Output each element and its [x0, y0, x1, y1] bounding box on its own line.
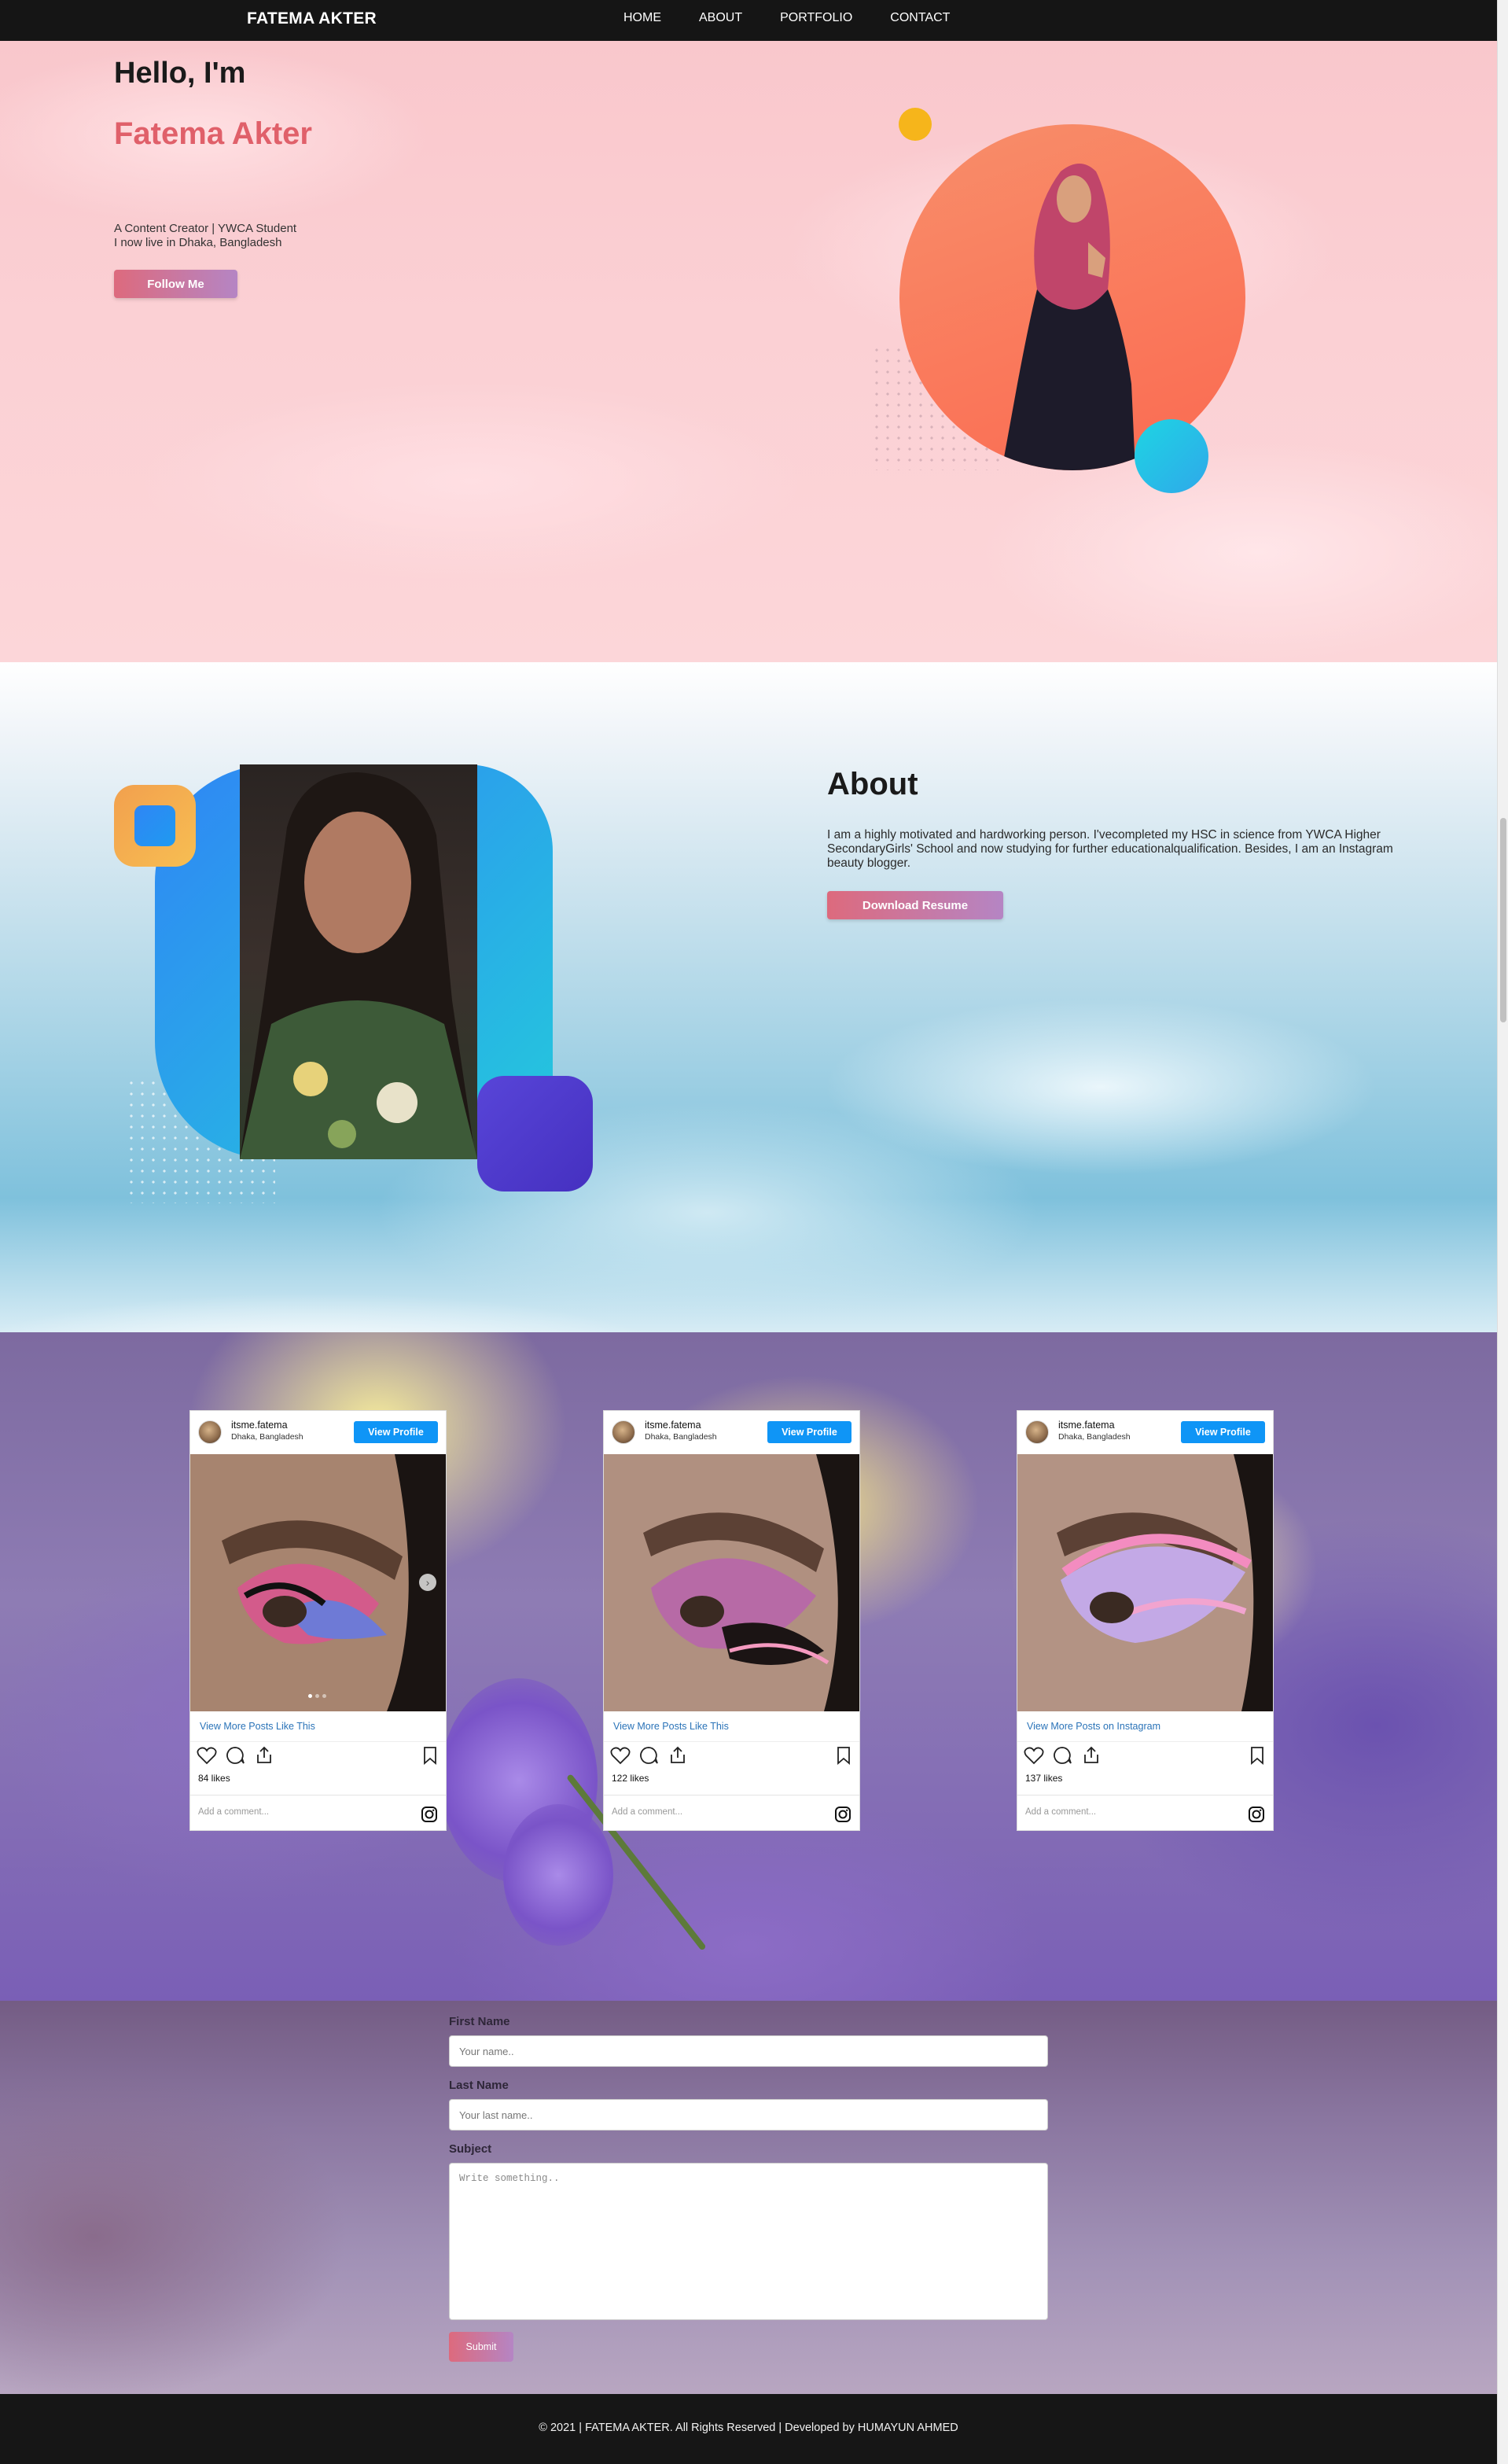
- comment-box[interactable]: Add a comment...: [190, 1795, 446, 1831]
- view-profile-button[interactable]: View Profile: [1181, 1421, 1265, 1443]
- post-image[interactable]: [1017, 1454, 1273, 1711]
- yellow-dot-decoration: [899, 108, 932, 141]
- nav-links: HOME ABOUT PORTFOLIO CONTACT: [623, 11, 988, 25]
- subject-textarea[interactable]: Write something..: [449, 2163, 1048, 2320]
- nav-contact-link[interactable]: CONTACT: [890, 11, 950, 25]
- hero-name: Fatema Akter: [114, 116, 312, 151]
- comment-box[interactable]: Add a comment...: [604, 1795, 859, 1831]
- avatar[interactable]: [1025, 1420, 1049, 1444]
- view-more-link[interactable]: View More Posts Like This: [200, 1721, 315, 1732]
- comment-input[interactable]: Add a comment...: [1025, 1807, 1096, 1817]
- avatar[interactable]: [198, 1420, 222, 1444]
- share-icon[interactable]: [255, 1746, 274, 1765]
- instagram-post-card: itsme.fatema Dhaka, Bangladesh View Prof…: [603, 1410, 860, 1831]
- comment-input[interactable]: Add a comment...: [198, 1807, 269, 1817]
- view-more-link[interactable]: View More Posts Like This: [613, 1721, 729, 1732]
- footer: © 2021 | FATEMA AKTER. All Rights Reserv…: [0, 2394, 1497, 2464]
- post-actions: [1017, 1741, 1273, 1765]
- post-location: Dhaka, Bangladesh: [645, 1432, 717, 1442]
- subject-placeholder: Write something..: [459, 2173, 560, 2184]
- orange-square-inner: [134, 805, 175, 846]
- post-location: Dhaka, Bangladesh: [1058, 1432, 1131, 1442]
- top-navbar: FATEMA AKTER HOME ABOUT PORTFOLIO CONTAC…: [0, 0, 1497, 41]
- about-profile-photo: [240, 764, 477, 1159]
- post-likes: 84 likes: [198, 1773, 230, 1784]
- post-likes: 122 likes: [612, 1773, 649, 1784]
- view-more-link[interactable]: View More Posts on Instagram: [1027, 1721, 1160, 1732]
- instagram-icon[interactable]: [421, 1806, 438, 1823]
- post-image[interactable]: ›: [190, 1454, 446, 1711]
- about-title: About: [827, 767, 918, 801]
- brand-logo[interactable]: FATEMA AKTER: [247, 9, 377, 28]
- nav-home-link[interactable]: HOME: [623, 11, 661, 25]
- submit-button[interactable]: Submit: [449, 2332, 513, 2362]
- comment-icon[interactable]: [225, 1746, 245, 1765]
- view-profile-button[interactable]: View Profile: [354, 1421, 438, 1443]
- portrait-figure-icon: [1002, 164, 1135, 470]
- post-likes: 137 likes: [1025, 1773, 1063, 1784]
- bookmark-icon[interactable]: [422, 1746, 438, 1765]
- last-name-field[interactable]: Your last name..: [449, 2099, 1048, 2131]
- avatar[interactable]: [612, 1420, 635, 1444]
- post-header: itsme.fatema Dhaka, Bangladesh View Prof…: [1017, 1411, 1273, 1454]
- heart-icon[interactable]: [1024, 1746, 1044, 1765]
- about-text: I am a highly motivated and hardworking …: [827, 828, 1393, 870]
- instagram-post-card: itsme.fatema Dhaka, Bangladesh View Prof…: [189, 1410, 447, 1831]
- post-username[interactable]: itsme.fatema: [1058, 1420, 1115, 1431]
- first-name-field[interactable]: Your name..: [449, 2035, 1048, 2067]
- follow-me-button[interactable]: Follow Me: [114, 270, 237, 298]
- post-location: Dhaka, Bangladesh: [231, 1432, 303, 1442]
- page-scrollbar[interactable]: [1497, 0, 1508, 2464]
- bookmark-icon[interactable]: [836, 1746, 851, 1765]
- hero-location: I now live in Dhaka, Bangladesh: [114, 236, 282, 249]
- nav-about-link[interactable]: ABOUT: [699, 11, 742, 25]
- nav-portfolio-link[interactable]: PORTFOLIO: [780, 11, 852, 25]
- post-actions: [190, 1741, 446, 1765]
- hero-greeting: Hello, I'm: [114, 57, 246, 90]
- bookmark-icon[interactable]: [1249, 1746, 1265, 1765]
- purple-square-decoration: [477, 1076, 593, 1191]
- hero-portrait: [899, 124, 1245, 470]
- post-actions: [604, 1741, 859, 1765]
- post-username[interactable]: itsme.fatema: [645, 1420, 701, 1431]
- makeup-eye-image-icon: [1017, 1454, 1273, 1711]
- subject-label: Subject: [449, 2142, 492, 2156]
- makeup-eye-image-icon: [190, 1454, 446, 1711]
- post-username[interactable]: itsme.fatema: [231, 1420, 288, 1431]
- carousel-next-icon[interactable]: ›: [419, 1574, 436, 1591]
- comment-icon[interactable]: [638, 1746, 659, 1765]
- footer-copyright: © 2021 | FATEMA AKTER. All Rights Reserv…: [539, 2422, 958, 2434]
- cyan-dot-decoration: [1135, 419, 1208, 493]
- comment-icon[interactable]: [1052, 1746, 1072, 1765]
- share-icon[interactable]: [1082, 1746, 1101, 1765]
- carousel-dots: [308, 1694, 326, 1698]
- instagram-icon[interactable]: [1248, 1806, 1265, 1823]
- last-name-label: Last Name: [449, 2079, 509, 2092]
- view-profile-button[interactable]: View Profile: [767, 1421, 851, 1443]
- comment-input[interactable]: Add a comment...: [612, 1807, 682, 1817]
- heart-icon[interactable]: [610, 1746, 631, 1765]
- post-image[interactable]: [604, 1454, 859, 1711]
- post-header: itsme.fatema Dhaka, Bangladesh View Prof…: [190, 1411, 446, 1454]
- first-name-placeholder: Your name..: [459, 2045, 514, 2057]
- last-name-placeholder: Your last name..: [459, 2109, 533, 2121]
- lavender-decoration-2: [503, 1804, 613, 1946]
- download-resume-button[interactable]: Download Resume: [827, 891, 1003, 919]
- makeup-eye-image-icon: [604, 1454, 859, 1711]
- comment-box[interactable]: Add a comment...: [1017, 1795, 1273, 1831]
- instagram-icon[interactable]: [834, 1806, 851, 1823]
- instagram-post-card: itsme.fatema Dhaka, Bangladesh View Prof…: [1017, 1410, 1274, 1831]
- hero-tagline: A Content Creator | YWCA Student: [114, 222, 297, 235]
- scrollbar-thumb[interactable]: [1500, 818, 1506, 1022]
- share-icon[interactable]: [668, 1746, 687, 1765]
- first-name-label: First Name: [449, 2015, 510, 2028]
- profile-photo-icon: [240, 772, 477, 1159]
- heart-icon[interactable]: [197, 1746, 217, 1765]
- post-header: itsme.fatema Dhaka, Bangladesh View Prof…: [604, 1411, 859, 1454]
